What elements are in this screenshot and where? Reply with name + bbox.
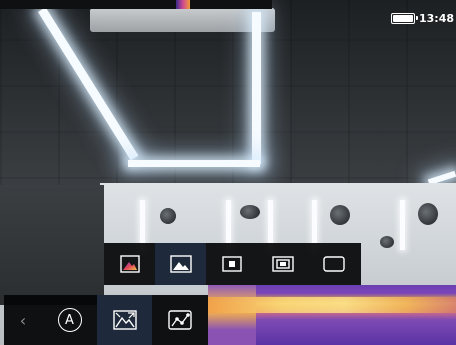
security-camera	[418, 203, 438, 225]
auto-label: A	[65, 312, 74, 328]
ceiling-light-right	[252, 12, 261, 164]
dark-corridor	[0, 185, 104, 305]
battery-icon	[390, 13, 418, 24]
thermal-palette-icon	[119, 255, 140, 273]
rounded-rect-icon	[322, 256, 345, 272]
thermal-hot-band	[208, 297, 456, 313]
security-camera	[380, 236, 394, 248]
image-fusion-icon	[112, 310, 137, 330]
full-frame-mode-button[interactable]	[308, 243, 359, 285]
thermal-patch	[208, 285, 256, 345]
image-mode-menu	[104, 243, 361, 285]
battery-fill	[392, 15, 413, 22]
air-conditioner-unit	[90, 8, 275, 32]
palette-mode-button[interactable]	[104, 243, 155, 285]
security-camera	[160, 208, 176, 224]
auto-mode-button[interactable]: A	[42, 295, 97, 345]
thermal-preview	[208, 285, 456, 345]
security-camera	[330, 205, 350, 225]
visible-image-mode-button[interactable]	[155, 243, 206, 285]
center-spot-mode-button[interactable]	[206, 243, 257, 285]
security-camera	[240, 205, 260, 219]
curve-points-icon	[167, 310, 192, 330]
measurement-curve-button[interactable]	[152, 295, 207, 345]
wall-light-strip	[400, 200, 405, 250]
chevron-left-icon: ‹	[19, 310, 27, 330]
picture-in-picture-mode-button[interactable]	[257, 243, 308, 285]
back-button[interactable]: ‹	[4, 295, 42, 345]
auto-circle-icon: A	[57, 308, 82, 332]
clock: 13:48	[418, 12, 454, 25]
pip-frame-icon	[271, 256, 294, 272]
status-bar: 13:48	[390, 12, 454, 25]
image-fusion-button[interactable]	[97, 295, 152, 345]
top-dark-strip	[0, 0, 272, 9]
small-square-icon	[221, 256, 242, 272]
landscape-image-icon	[169, 255, 192, 273]
ceiling-light-bottom	[128, 160, 260, 167]
main-toolbar: ‹ A	[4, 295, 208, 345]
